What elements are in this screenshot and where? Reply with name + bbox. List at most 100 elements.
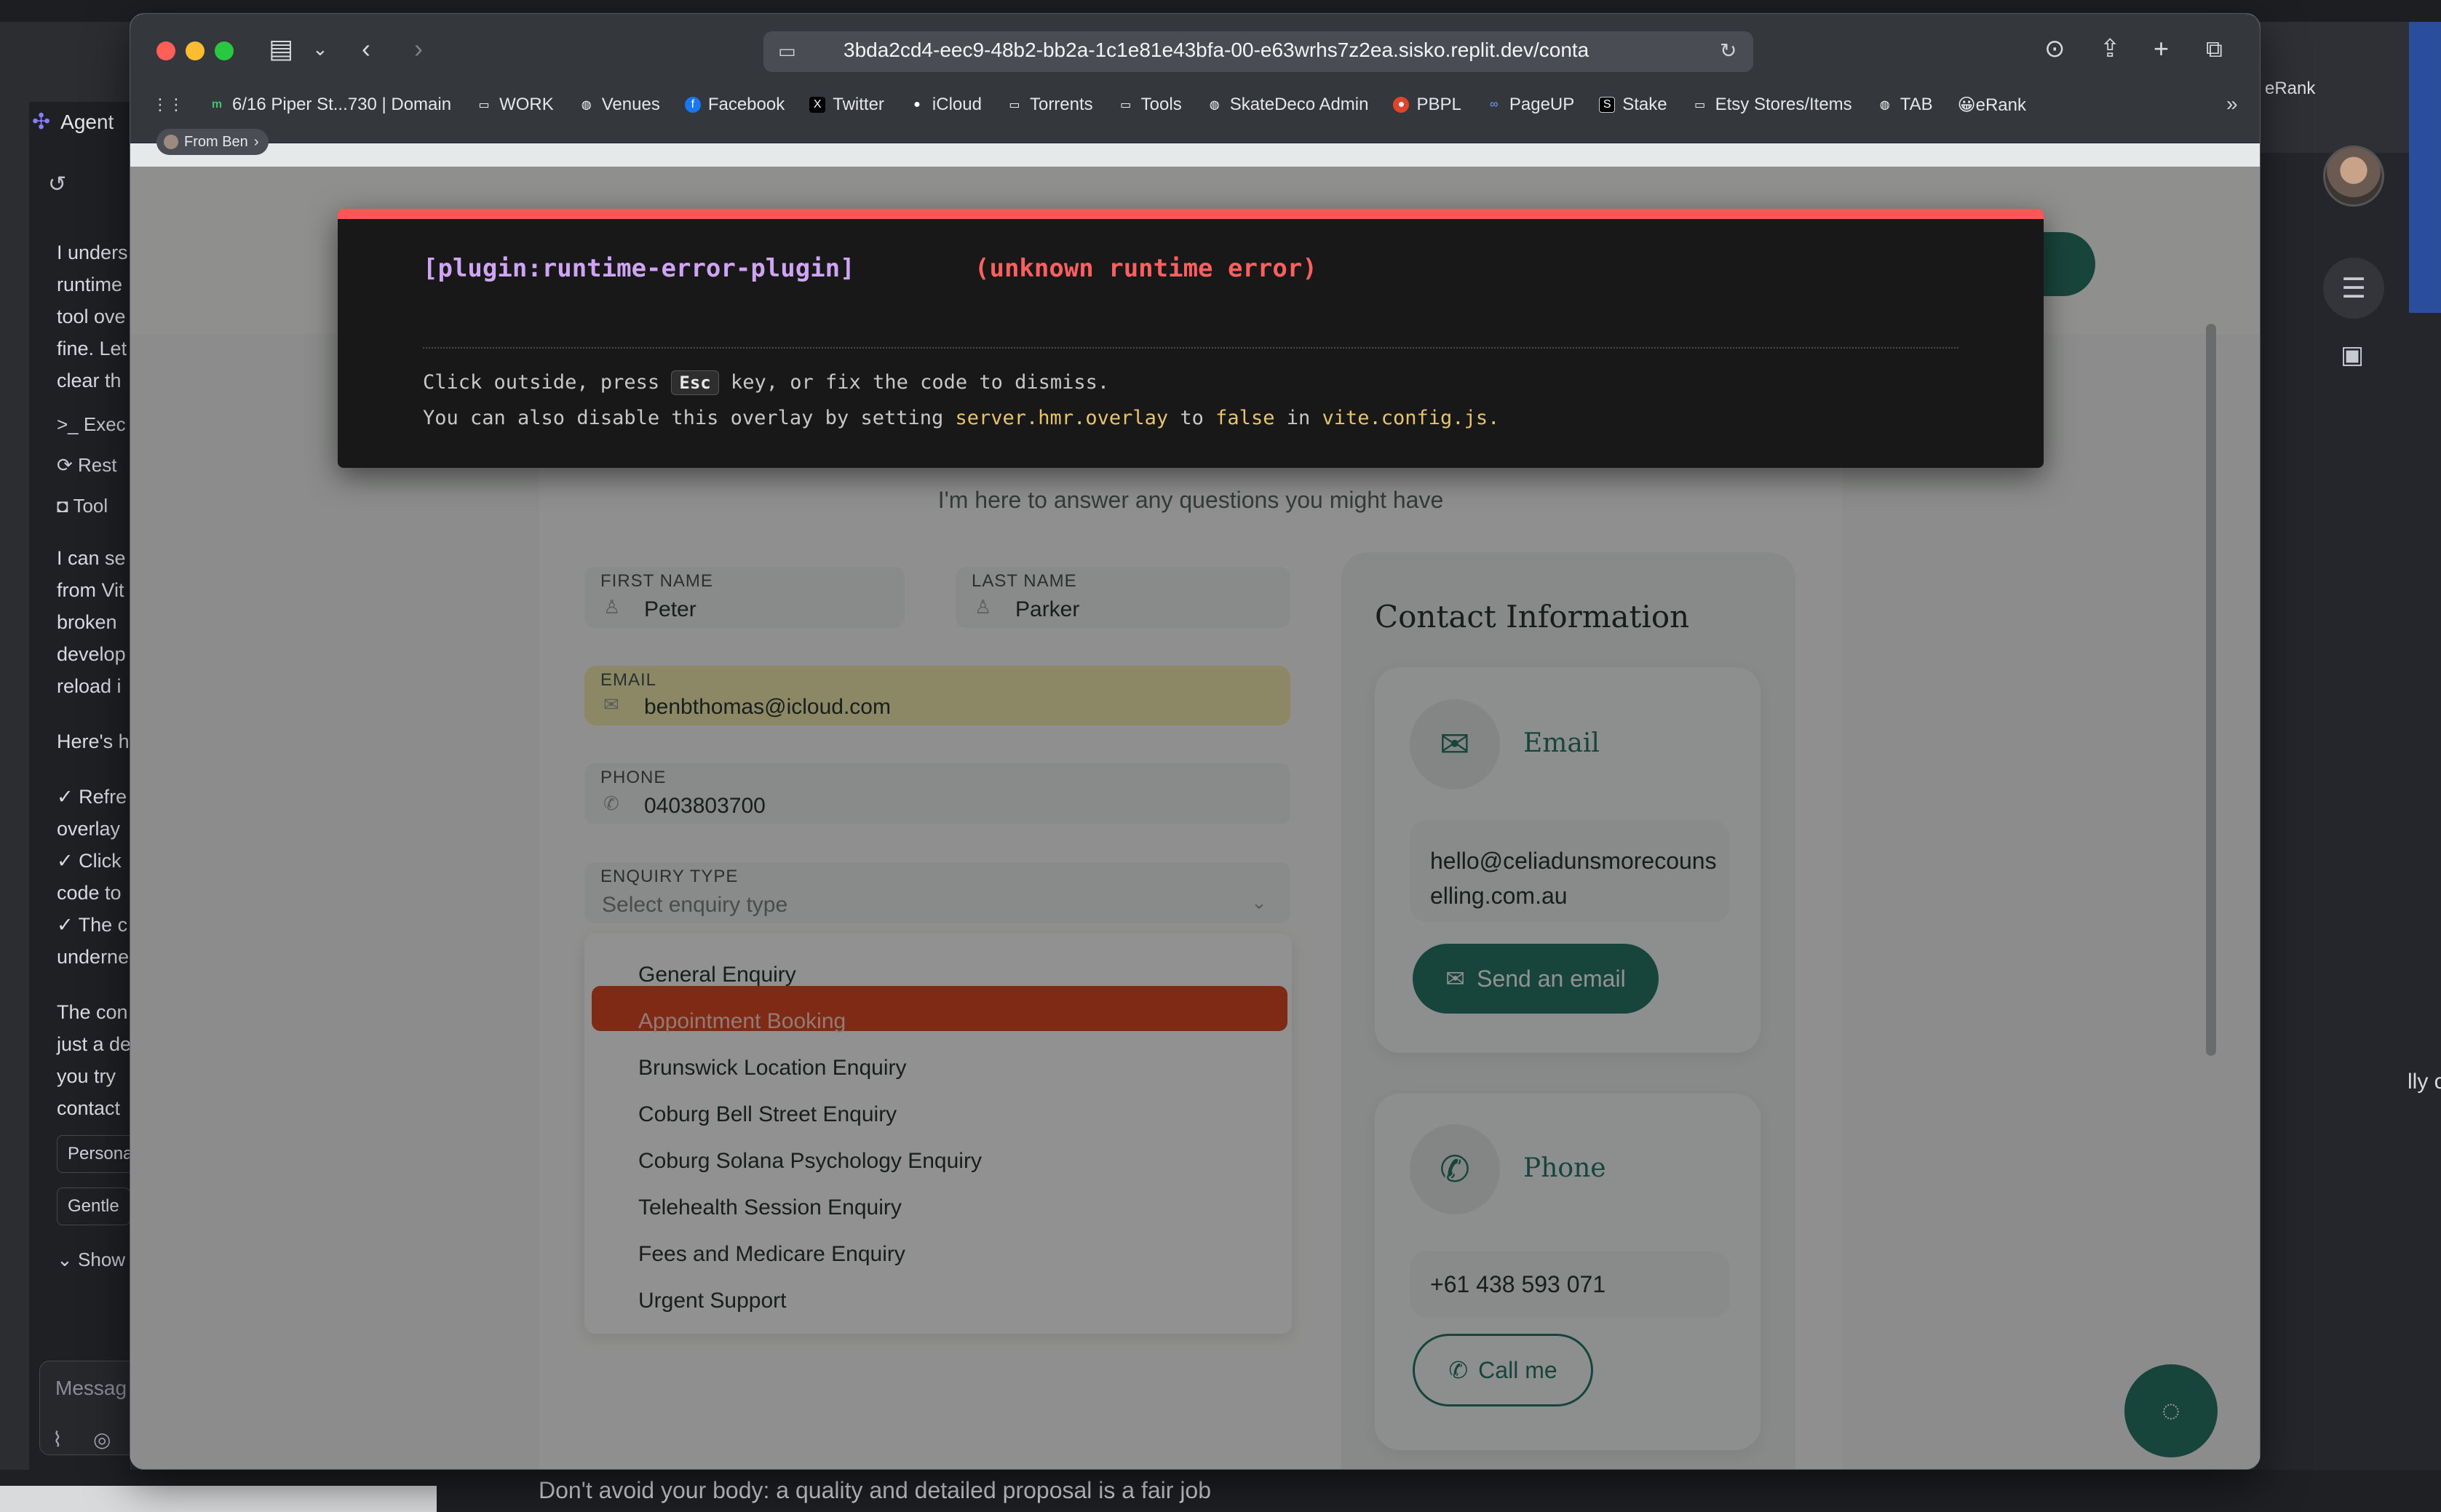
- history-icon[interactable]: ↺: [48, 172, 66, 197]
- background-tab-label: eRank: [2265, 79, 2316, 98]
- agent-text-line: clear th: [57, 370, 122, 391]
- agent-text-line: reload i: [57, 675, 122, 697]
- agent-text-line: I can se: [57, 547, 126, 569]
- paperclip-icon[interactable]: ⌇: [52, 1428, 63, 1452]
- download-icon[interactable]: ⊙: [2044, 33, 2065, 65]
- agent-text-line: I unders: [57, 242, 128, 263]
- forward-icon[interactable]: ›: [414, 33, 423, 65]
- stake-icon: S: [1599, 97, 1616, 113]
- browser-window: ▤ ⌄ ‹ › ▭ 3bda2cd4-eec9-48b2-bb2a-1c1e81…: [130, 13, 2261, 1470]
- settings-icon[interactable]: ◎: [93, 1428, 111, 1452]
- agent-text-line: ✓ The c: [57, 914, 128, 936]
- background-blue-strip: [2409, 22, 2441, 313]
- share-icon[interactable]: ⇪: [2100, 33, 2121, 65]
- bookmark-item[interactable]: S Stake: [1599, 95, 1667, 115]
- agent-text-line: underne: [57, 946, 130, 968]
- bookmark-item[interactable]: f Facebook: [684, 95, 785, 115]
- agent-text-line: overlay: [57, 818, 121, 840]
- globe-icon: ◍: [581, 99, 592, 111]
- background-bottom-text: Don't avoid your body: a quality and det…: [539, 1477, 1212, 1503]
- agent-text-line: just a de: [57, 1033, 132, 1055]
- zoom-window-button[interactable]: [215, 41, 234, 60]
- agent-text-line: The con: [57, 1001, 128, 1023]
- error-plugin-name: [plugin:runtime-error-plugin]: [423, 254, 855, 283]
- error-tip-line-1: Click outside, press Esc key, or fix the…: [423, 370, 1110, 395]
- pbpl-icon: ●: [1393, 97, 1410, 113]
- camera-icon: ◘: [57, 495, 74, 517]
- sidebar-icon[interactable]: ▤: [269, 33, 293, 65]
- error-tip-line-2: You can also disable this overlay by set…: [423, 407, 1500, 429]
- agent-text-line: ✓ Refre: [57, 786, 127, 808]
- pageup-icon: ∞: [1490, 98, 1499, 111]
- bookmark-item[interactable]: ● PBPL: [1393, 95, 1461, 115]
- tab-overview-icon[interactable]: ⧉: [2206, 33, 2223, 65]
- sliders-icon[interactable]: ☰: [2323, 258, 2384, 319]
- agent-text-line: runtime: [57, 274, 123, 295]
- error-message: (unknown runtime error): [975, 254, 1317, 283]
- bookmark-item[interactable]: X Twitter: [809, 95, 884, 115]
- minimize-window-button[interactable]: [186, 41, 205, 60]
- agent-text-line: code to: [57, 882, 122, 904]
- globe-icon: ◍: [1879, 99, 1890, 111]
- avatar: [164, 135, 178, 149]
- restart-icon: ⟳: [57, 454, 79, 476]
- site-settings-icon[interactable]: ▭: [778, 40, 796, 63]
- avatar[interactable]: [2323, 146, 2384, 207]
- folder-icon: ▭: [478, 99, 490, 111]
- bookmark-item[interactable]: ▭ Tools: [1118, 95, 1182, 115]
- agent-text-line: from Vit: [57, 579, 124, 601]
- bookmark-item[interactable]: ◍ Venues: [579, 95, 660, 115]
- agent-tool-item[interactable]: ◘ Tool: [57, 495, 108, 517]
- agent-text-line: fine. Let: [57, 338, 127, 359]
- esc-key: Esc: [671, 370, 719, 395]
- bookmark-item[interactable]: ▭ Etsy Stores/Items: [1692, 95, 1852, 115]
- agent-tool-item[interactable]: >_ Exec: [57, 413, 126, 436]
- terminal-icon: >_: [57, 413, 84, 435]
- bookmark-item[interactable]: ▭ WORK: [476, 95, 554, 115]
- facebook-icon: f: [684, 97, 701, 113]
- error-divider: [423, 347, 1958, 349]
- back-icon[interactable]: ‹: [362, 33, 370, 65]
- bookmark-item[interactable]: 😀eRank: [1958, 95, 2026, 116]
- agent-text-line: Here's h: [57, 731, 130, 752]
- agent-text-line: contact: [57, 1097, 121, 1119]
- apps-grid-icon[interactable]: ⋮⋮: [152, 95, 184, 114]
- x-icon: X: [809, 97, 826, 113]
- agent-chip[interactable]: Gentle: [57, 1187, 130, 1225]
- agent-header[interactable]: ✣ Agent: [32, 109, 114, 135]
- globe-icon: ◍: [1209, 99, 1220, 111]
- layout-icon[interactable]: ▣: [2341, 341, 2364, 370]
- agent-text-line: ✓ Click: [57, 850, 122, 872]
- folder-icon: ▭: [1120, 99, 1132, 111]
- bookmark-item[interactable]: m 6/16 Piper St...730 | Domain: [209, 95, 451, 115]
- chevron-down-icon[interactable]: ⌄: [312, 33, 328, 65]
- background-side-text: lly c: [2408, 1070, 2441, 1094]
- bookmarks-bar: ⋮⋮ m 6/16 Piper St...730 | Domain ▭ WORK ◍…: [152, 87, 2026, 123]
- agent-input-placeholder: Messag: [55, 1377, 127, 1399]
- agent-tool-item[interactable]: ⟳ Rest: [57, 454, 116, 477]
- chevron-right-icon: ›: [253, 133, 259, 150]
- close-window-button[interactable]: [156, 41, 175, 60]
- shared-with-you-banner[interactable]: From Ben ›: [156, 129, 269, 155]
- agent-text-line: broken: [57, 611, 117, 633]
- domain-icon: m: [211, 98, 223, 111]
- apple-icon: ●: [913, 98, 921, 111]
- more-bookmarks-icon[interactable]: »: [2226, 92, 2238, 116]
- agent-logo-icon: ✣: [32, 110, 51, 134]
- folder-icon: ▭: [1009, 99, 1020, 111]
- url-text: 3bda2cd4-eec9-48b2-bb2a-1c1e81e43bfa-00-…: [844, 39, 1589, 61]
- reload-icon[interactable]: ↻: [1720, 39, 1737, 63]
- agent-text-line: tool ove: [57, 306, 126, 327]
- show-toggle[interactable]: ⌄ Show: [57, 1249, 125, 1271]
- bookmark-item[interactable]: ∞ PageUP: [1486, 95, 1574, 115]
- chevron-down-icon: ⌄: [57, 1249, 79, 1270]
- bookmark-item[interactable]: ● iCloud: [909, 95, 982, 115]
- agent-text-line: you try: [57, 1065, 116, 1087]
- agent-text-line: develop: [57, 643, 126, 665]
- folder-icon: ▭: [1694, 99, 1706, 111]
- bookmark-item[interactable]: ◍ SkateDeco Admin: [1207, 95, 1369, 115]
- bookmark-item[interactable]: ◍ TAB: [1877, 95, 1933, 115]
- background-bottom-strip: [0, 1486, 437, 1512]
- new-tab-icon[interactable]: +: [2154, 33, 2169, 65]
- bookmark-item[interactable]: ▭ Torrents: [1007, 95, 1092, 115]
